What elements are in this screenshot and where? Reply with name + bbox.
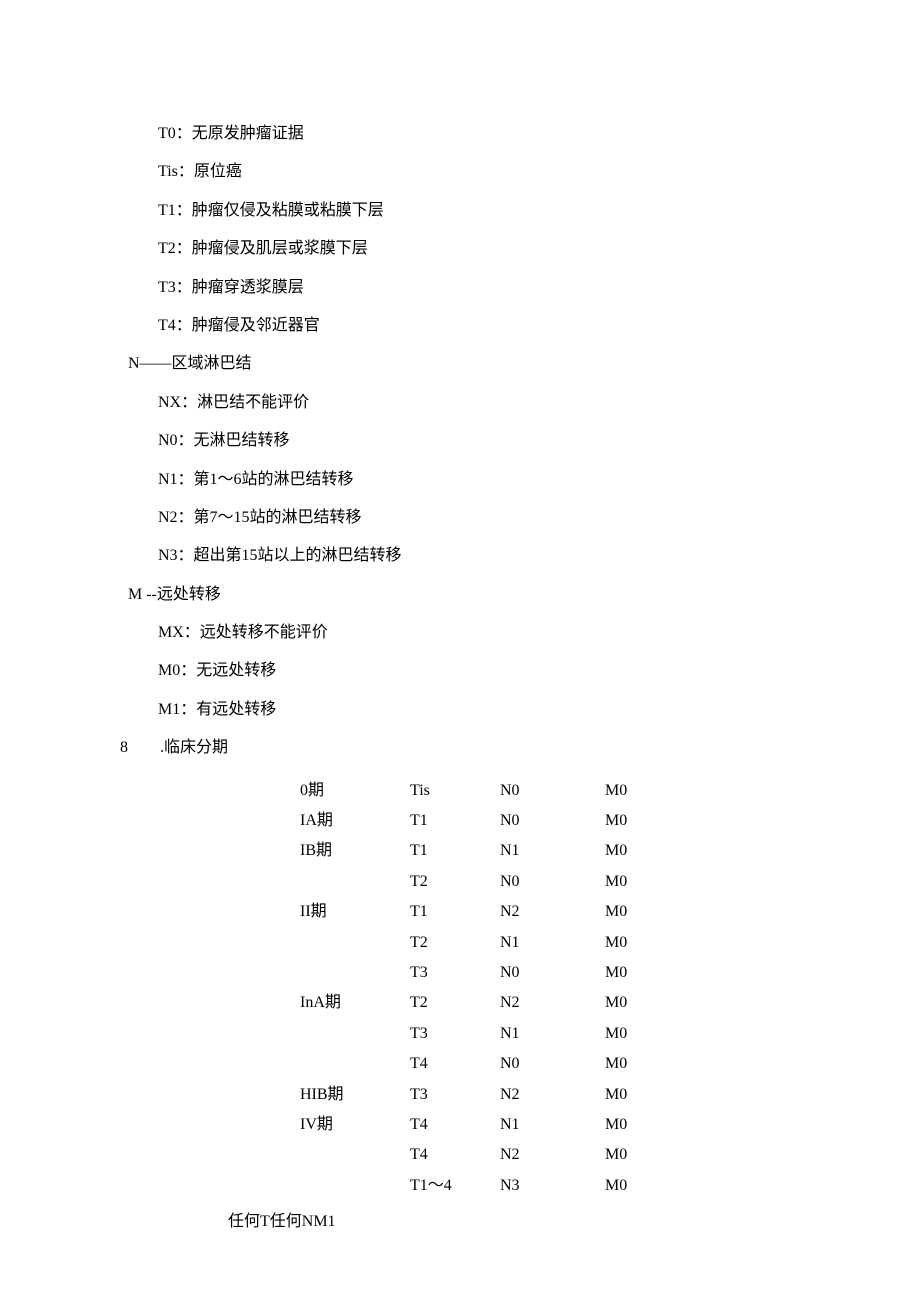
stage-cell: 0期 (300, 776, 410, 806)
stage-cell (300, 958, 410, 988)
t-cell: T4 (410, 1049, 500, 1079)
t0-line: T0：无原发肿瘤证据 (120, 115, 820, 153)
heading-label: .临床分期 (160, 729, 228, 767)
stage-cell (300, 1019, 410, 1049)
m0-line: M0：无远处转移 (120, 652, 820, 690)
stage-cell: IB期 (300, 836, 410, 866)
staging-row: T3N0M0 (300, 958, 820, 988)
t-cell: T3 (410, 1019, 500, 1049)
t-cell: T4 (410, 1110, 500, 1140)
n-cell: N1 (500, 1019, 605, 1049)
staging-row: T4N0M0 (300, 1049, 820, 1079)
t-cell: T3 (410, 1080, 500, 1110)
t-cell: Tis (410, 776, 500, 806)
document-page: T0：无原发肿瘤证据 Tis：原位癌 T1：肿瘤仅侵及粘膜或粘膜下层 T2：肿瘤… (0, 0, 920, 1301)
n-cell: N0 (500, 806, 605, 836)
staging-row: II期T1N2M0 (300, 897, 820, 927)
stage-cell: IA期 (300, 806, 410, 836)
t-cell: T3 (410, 958, 500, 988)
nx-line: NX：淋巴结不能评价 (120, 384, 820, 422)
t-cell: T2 (410, 867, 500, 897)
m-cell: M0 (605, 928, 665, 958)
n-cell: N3 (500, 1171, 605, 1201)
n-cell: N2 (500, 1140, 605, 1170)
t4-line: T4：肿瘤侵及邻近器官 (120, 307, 820, 345)
staging-table: 0期TisN0M0IA期T1N0M0IB期T1N1M0T2N0M0II期T1N2… (120, 768, 820, 1201)
t-cell: T1～4 (410, 1171, 500, 1201)
m1-line: M1：有远处转移 (120, 691, 820, 729)
m-cell: M0 (605, 897, 665, 927)
m-heading: M --远处转移 (120, 576, 820, 614)
stage-cell: IV期 (300, 1110, 410, 1140)
n-cell: N0 (500, 776, 605, 806)
n-heading: N——区域淋巴结 (120, 345, 820, 383)
stage-cell (300, 867, 410, 897)
m-cell: M0 (605, 988, 665, 1018)
m-cell: M0 (605, 776, 665, 806)
staging-row: IA期T1N0M0 (300, 806, 820, 836)
m-cell: M0 (605, 806, 665, 836)
stage-cell: II期 (300, 897, 410, 927)
stage-cell (300, 1171, 410, 1201)
staging-row: 0期TisN0M0 (300, 776, 820, 806)
n-cell: N1 (500, 836, 605, 866)
t-cell: T2 (410, 928, 500, 958)
n2-line: N2：第7～15站的淋巴结转移 (120, 499, 820, 537)
staging-row: IV期T4N1M0 (300, 1110, 820, 1140)
n-cell: N1 (500, 928, 605, 958)
t-cell: T2 (410, 988, 500, 1018)
staging-row: InA期T2N2M0 (300, 988, 820, 1018)
n-cell: N0 (500, 867, 605, 897)
m-cell: M0 (605, 1110, 665, 1140)
m-cell: M0 (605, 867, 665, 897)
n0-line: N0：无淋巴结转移 (120, 422, 820, 460)
t-cell: T1 (410, 836, 500, 866)
staging-row: HIB期T3N2M0 (300, 1080, 820, 1110)
stage-cell (300, 1049, 410, 1079)
t1-line: T1：肿瘤仅侵及粘膜或粘膜下层 (120, 192, 820, 230)
tis-line: Tis：原位癌 (120, 153, 820, 191)
n-cell: N0 (500, 958, 605, 988)
n1-line: N1：第1～6站的淋巴结转移 (120, 461, 820, 499)
heading-number: 8 (120, 729, 160, 767)
staging-row: T3N1M0 (300, 1019, 820, 1049)
n-cell: N1 (500, 1110, 605, 1140)
m-cell: M0 (605, 958, 665, 988)
t-cell: T4 (410, 1140, 500, 1170)
stage-cell: InA期 (300, 988, 410, 1018)
staging-row: T1～4N3M0 (300, 1171, 820, 1201)
stage-cell (300, 928, 410, 958)
t-cell: T1 (410, 897, 500, 927)
t-cell: T1 (410, 806, 500, 836)
m-cell: M0 (605, 1171, 665, 1201)
m-cell: M0 (605, 1140, 665, 1170)
m-cell: M0 (605, 1049, 665, 1079)
staging-row: T2N1M0 (300, 928, 820, 958)
clinical-staging-heading: 8 .临床分期 (120, 729, 820, 767)
m-cell: M0 (605, 1080, 665, 1110)
n-cell: N2 (500, 988, 605, 1018)
stage-cell (300, 1140, 410, 1170)
n-cell: N2 (500, 897, 605, 927)
m-cell: M0 (605, 836, 665, 866)
staging-row: T2N0M0 (300, 867, 820, 897)
n3-line: N3：超出第15站以上的淋巴结转移 (120, 537, 820, 575)
m-cell: M0 (605, 1019, 665, 1049)
t2-line: T2：肿瘤侵及肌层或浆膜下层 (120, 230, 820, 268)
n-cell: N2 (500, 1080, 605, 1110)
staging-footer-line: 任何T任何NM1 (120, 1201, 820, 1237)
n-cell: N0 (500, 1049, 605, 1079)
staging-row: T4N2M0 (300, 1140, 820, 1170)
t3-line: T3：肿瘤穿透浆膜层 (120, 269, 820, 307)
mx-line: MX：远处转移不能评价 (120, 614, 820, 652)
stage-cell: HIB期 (300, 1080, 410, 1110)
staging-row: IB期T1N1M0 (300, 836, 820, 866)
